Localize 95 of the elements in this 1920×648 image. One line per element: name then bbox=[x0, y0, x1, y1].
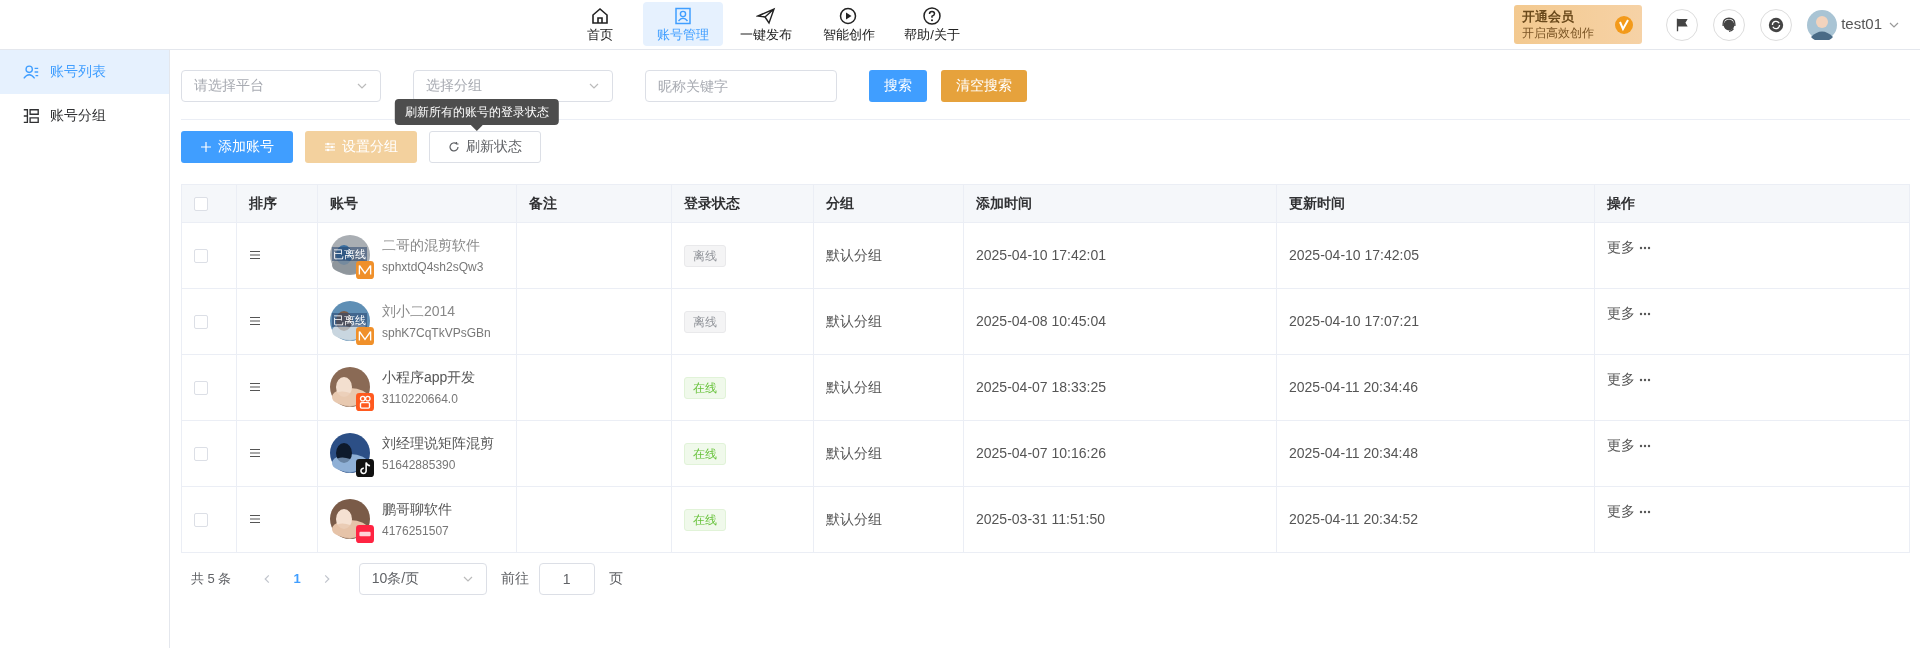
row-checkbox[interactable] bbox=[194, 315, 208, 330]
added-time: 2025-04-10 17:42:01 bbox=[976, 246, 1106, 263]
status-tag: 离线 bbox=[684, 244, 726, 267]
updated-time: 2025-04-11 20:34:46 bbox=[1289, 378, 1418, 395]
plus-icon bbox=[200, 141, 212, 153]
ellipsis-icon bbox=[1639, 443, 1651, 448]
avatar-overlay-label: 已离线 bbox=[332, 312, 367, 327]
column-header: 备注 bbox=[529, 194, 557, 211]
column-header: 分组 bbox=[826, 194, 854, 211]
more-menu[interactable]: 更多 bbox=[1607, 437, 1651, 455]
account-id: sphK7CqTkVPsGBn bbox=[382, 326, 491, 341]
updated-time: 2025-04-11 20:34:48 bbox=[1289, 444, 1418, 461]
column-header: 添加时间 bbox=[976, 194, 1032, 211]
row-checkbox[interactable] bbox=[194, 513, 208, 528]
vip-title: 开通会员 bbox=[1522, 8, 1576, 25]
menu-icon[interactable] bbox=[249, 447, 261, 458]
status-tag: 离线 bbox=[684, 310, 726, 333]
updated-time: 2025-04-10 17:07:21 bbox=[1289, 312, 1419, 329]
ellipsis-icon bbox=[1639, 509, 1651, 514]
vip-subtitle: 开启高效创作 bbox=[1522, 25, 1595, 41]
row-checkbox[interactable] bbox=[194, 447, 208, 462]
status-tag: 在线 bbox=[684, 508, 726, 531]
more-menu[interactable]: 更多 bbox=[1607, 503, 1651, 521]
sliders-icon bbox=[324, 141, 336, 153]
updated-time: 2025-04-11 20:34:52 bbox=[1289, 510, 1418, 527]
account-id: 3110220664.0 bbox=[382, 392, 459, 407]
nav-tab[interactable]: 智能创作 bbox=[809, 2, 889, 46]
page-suffix: 页 bbox=[608, 570, 623, 588]
group-icon bbox=[22, 107, 40, 125]
added-time: 2025-04-07 18:33:25 bbox=[976, 378, 1106, 395]
account-name: 鹏哥聊软件 bbox=[382, 500, 452, 518]
updated-time: 2025-04-10 17:42:05 bbox=[1289, 246, 1419, 263]
column-header: 操作 bbox=[1607, 194, 1635, 211]
avatar-icon[interactable] bbox=[1807, 9, 1838, 40]
account-name: 刘小二2014 bbox=[382, 302, 457, 320]
refresh-icon bbox=[448, 141, 460, 153]
ellipsis-icon bbox=[1639, 245, 1651, 250]
group-cell: 默认分组 bbox=[826, 444, 882, 461]
page-input[interactable]: 1 bbox=[538, 563, 595, 595]
keyword-field[interactable]: 昵称关键字 bbox=[645, 69, 837, 102]
menu-icon[interactable] bbox=[249, 381, 261, 392]
help-icon bbox=[922, 6, 942, 26]
row-checkbox[interactable] bbox=[194, 249, 208, 264]
column-header: 更新时间 bbox=[1289, 194, 1345, 211]
page-size-select[interactable]: 10条/页 bbox=[358, 563, 487, 595]
more-menu[interactable]: 更多 bbox=[1607, 239, 1651, 257]
added-time: 2025-04-07 10:16:26 bbox=[976, 444, 1106, 461]
total-count: 共 5 条 bbox=[191, 570, 232, 588]
refresh-status-button[interactable]: 刷新状态 bbox=[429, 131, 541, 163]
group-cell: 默认分组 bbox=[826, 312, 882, 329]
group-cell: 默认分组 bbox=[826, 510, 882, 527]
ellipsis-icon bbox=[1639, 377, 1651, 382]
headset-button[interactable] bbox=[1713, 8, 1746, 41]
nav-tab[interactable]: 一键发布 bbox=[726, 2, 806, 46]
home-icon bbox=[590, 6, 610, 26]
nav-tab[interactable]: 首页 bbox=[560, 2, 640, 46]
column-header: 排序 bbox=[249, 194, 277, 211]
tooltip-arrow bbox=[470, 125, 483, 131]
sync-button[interactable] bbox=[1760, 8, 1793, 41]
ellipsis-icon bbox=[1639, 311, 1651, 316]
account-id: 4176251507 bbox=[382, 524, 450, 539]
headset-icon bbox=[1720, 15, 1739, 34]
status-tag: 在线 bbox=[684, 442, 726, 465]
row-checkbox[interactable] bbox=[194, 381, 208, 396]
menu-icon[interactable] bbox=[249, 513, 261, 524]
column-header: 账号 bbox=[330, 194, 358, 211]
badge-icon bbox=[1614, 14, 1635, 35]
account-name: 刘经理说矩阵混剪 bbox=[382, 434, 494, 452]
play-icon bbox=[839, 6, 859, 26]
column-header: 登录状态 bbox=[684, 194, 740, 211]
paper-plane-icon bbox=[756, 6, 776, 26]
select-all-checkbox[interactable] bbox=[194, 197, 208, 212]
group-cell: 默认分组 bbox=[826, 246, 882, 263]
sidebar-item[interactable]: 账号分组 bbox=[0, 94, 169, 138]
sync-icon bbox=[1767, 15, 1786, 34]
added-time: 2025-04-08 10:45:04 bbox=[976, 312, 1106, 329]
username[interactable]: test01 bbox=[1841, 15, 1882, 34]
more-menu[interactable]: 更多 bbox=[1607, 305, 1651, 323]
account-name: 小程序app开发 bbox=[382, 368, 476, 386]
vip-banner[interactable]: 开通会员 开启高效创作 bbox=[1514, 5, 1643, 44]
goto-label: 前往 bbox=[500, 570, 529, 588]
status-tag: 在线 bbox=[684, 376, 726, 399]
user-list-icon bbox=[22, 63, 40, 81]
added-time: 2025-03-31 11:51:50 bbox=[976, 510, 1105, 527]
menu-icon[interactable] bbox=[249, 249, 261, 260]
account-name: 二哥的混剪软件 bbox=[382, 236, 481, 254]
group-cell: 默认分组 bbox=[826, 378, 882, 395]
nav-tab[interactable]: 帮助/关于 bbox=[892, 2, 972, 46]
more-menu[interactable]: 更多 bbox=[1607, 371, 1651, 389]
avatar-overlay-label: 已离线 bbox=[332, 246, 367, 261]
account-id: sphxtdQ4sh2sQw3 bbox=[382, 260, 484, 275]
flag-button[interactable] bbox=[1666, 8, 1699, 41]
account-id: 51642885390 bbox=[382, 458, 457, 473]
user-card-icon bbox=[673, 6, 693, 26]
menu-icon[interactable] bbox=[249, 315, 261, 326]
